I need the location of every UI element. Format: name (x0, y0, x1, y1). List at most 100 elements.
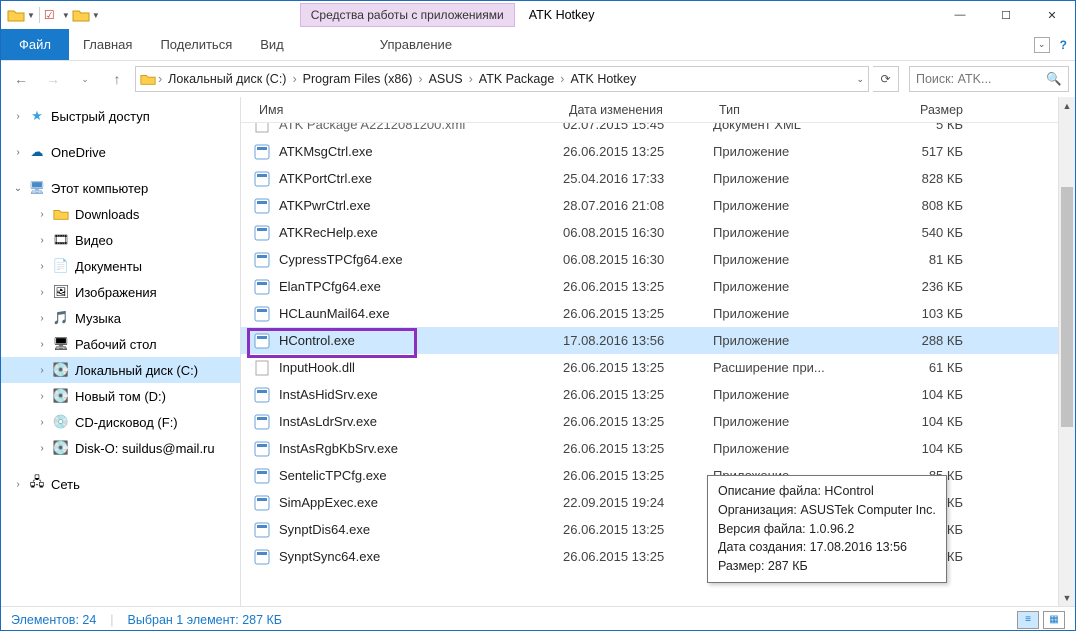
qat-customize-icon[interactable]: ▼ (92, 11, 100, 20)
folder-icon[interactable] (7, 8, 25, 22)
sidebar-item-drive-d[interactable]: ›💽Новый том (D:) (1, 383, 240, 409)
sidebar-item-cd-drive[interactable]: ›💿CD-дисковод (F:) (1, 409, 240, 435)
file-row[interactable]: InstAsRgbKbSrv.exe26.06.2015 13:25Прилож… (241, 435, 1075, 462)
file-date: 26.06.2015 13:25 (563, 306, 713, 321)
file-row[interactable]: InputHook.dll26.06.2015 13:25Расширение … (241, 354, 1075, 381)
thumbnails-view-button[interactable]: ▦ (1043, 611, 1065, 629)
file-row[interactable]: ATK Package A2212081200.xml02.07.2015 15… (241, 123, 1075, 138)
tab-home[interactable]: Главная (69, 29, 146, 60)
chevron-right-icon[interactable]: › (37, 313, 47, 324)
breadcrumb-segment[interactable]: ATK Hotkey (566, 72, 640, 86)
tab-view[interactable]: Вид (246, 29, 298, 60)
file-row[interactable]: CypressTPCfg64.exe06.08.2015 16:30Прилож… (241, 246, 1075, 273)
file-row[interactable]: ATKRecHelp.exe06.08.2015 16:30Приложение… (241, 219, 1075, 246)
column-date[interactable]: Дата изменения (563, 103, 713, 117)
sidebar-item-music[interactable]: ›🎵Музыка (1, 305, 240, 331)
help-icon[interactable]: ? (1060, 38, 1067, 52)
minimize-button[interactable]: — (937, 1, 983, 29)
file-row[interactable]: SynptDis64.exe26.06.2015 13:25Приложение… (241, 516, 1075, 543)
breadcrumb-segment[interactable]: ATK Package (475, 72, 559, 86)
file-menu[interactable]: Файл (1, 29, 69, 60)
file-row[interactable]: SynptSync64.exe26.06.2015 13:25Приложени… (241, 543, 1075, 570)
chevron-right-icon[interactable]: › (37, 235, 47, 246)
recent-dropdown[interactable]: ⌄ (71, 65, 99, 93)
chevron-right-icon[interactable]: › (37, 417, 47, 428)
music-folder-icon: 🎵 (53, 310, 69, 326)
file-row[interactable]: ATKPortCtrl.exe25.04.2016 17:33Приложени… (241, 165, 1075, 192)
vertical-scrollbar[interactable]: ▲ ▼ (1058, 97, 1075, 606)
sidebar-item-drive-c[interactable]: ›💽Локальный диск (C:) (1, 357, 240, 383)
dropdown-icon[interactable]: ▼ (62, 11, 70, 20)
sidebar-item-documents[interactable]: ›📄Документы (1, 253, 240, 279)
chevron-right-icon[interactable]: › (13, 479, 23, 490)
new-folder-icon[interactable] (72, 8, 90, 22)
sidebar-item-label: Локальный диск (C:) (75, 363, 198, 378)
close-button[interactable]: ✕ (1029, 1, 1075, 29)
chevron-right-icon[interactable]: › (37, 339, 47, 350)
file-row[interactable]: ATKPwrCtrl.exe28.07.2016 21:08Приложение… (241, 192, 1075, 219)
file-date: 26.06.2015 13:25 (563, 360, 713, 375)
scroll-up-icon[interactable]: ▲ (1059, 97, 1075, 114)
address-bar[interactable]: › Локальный диск (C:) › Program Files (x… (135, 66, 869, 92)
sidebar-item-network-drive[interactable]: ›💽Disk-O: suildus@mail.ru (1, 435, 240, 461)
chevron-right-icon[interactable]: › (37, 365, 47, 376)
properties-icon[interactable]: ☑ (44, 8, 60, 22)
chevron-right-icon[interactable]: › (558, 72, 566, 86)
breadcrumb-segment[interactable]: Локальный диск (C:) (164, 72, 290, 86)
column-name[interactable]: Имя (253, 103, 563, 117)
file-row[interactable]: HControl.exe17.08.2016 13:56Приложение28… (241, 327, 1075, 354)
sidebar-onedrive[interactable]: › ☁ OneDrive (1, 139, 240, 165)
forward-button[interactable]: → (39, 65, 67, 93)
sidebar-item-videos[interactable]: ›🎞Видео (1, 227, 240, 253)
file-row[interactable]: ATKMsgCtrl.exe26.06.2015 13:25Приложение… (241, 138, 1075, 165)
chevron-right-icon[interactable]: › (13, 147, 23, 158)
scrollbar-thumb[interactable] (1061, 187, 1073, 427)
column-size[interactable]: Размер (873, 103, 963, 117)
file-icon (253, 224, 271, 242)
chevron-right-icon[interactable]: › (290, 72, 298, 86)
status-selection: Выбран 1 элемент: 287 КБ (128, 613, 282, 627)
file-row[interactable]: HCLaunMail64.exe26.06.2015 13:25Приложен… (241, 300, 1075, 327)
sidebar-this-pc[interactable]: ⌄ 🖥 Этот компьютер (1, 175, 240, 201)
column-type[interactable]: Тип (713, 103, 873, 117)
file-row[interactable]: SentelicTPCfg.exe26.06.2015 13:25Приложе… (241, 462, 1075, 489)
tab-share[interactable]: Поделиться (146, 29, 246, 60)
scroll-down-icon[interactable]: ▼ (1059, 589, 1075, 606)
back-button[interactable]: ← (7, 65, 35, 93)
up-button[interactable]: ↑ (103, 65, 131, 93)
file-row[interactable]: InstAsHidSrv.exe26.06.2015 13:25Приложен… (241, 381, 1075, 408)
ribbon-expand-icon[interactable]: ⌄ (1034, 37, 1050, 53)
chevron-right-icon[interactable]: › (37, 261, 47, 272)
details-view-button[interactable]: ≡ (1017, 611, 1039, 629)
file-list[interactable]: ATK Package A2212081200.xml02.07.2015 15… (241, 123, 1075, 606)
search-input[interactable]: Поиск: ATK... 🔍 (909, 66, 1069, 92)
navigation-pane: › ★ Быстрый доступ › ☁ OneDrive ⌄ 🖥 Этот… (1, 97, 241, 606)
sidebar-item-downloads[interactable]: ›Downloads (1, 201, 240, 227)
chevron-right-icon[interactable]: › (416, 72, 424, 86)
sidebar-quick-access[interactable]: › ★ Быстрый доступ (1, 103, 240, 129)
breadcrumb-segment[interactable]: ASUS (425, 72, 467, 86)
file-row[interactable]: ElanTPCfg64.exe26.06.2015 13:25Приложени… (241, 273, 1075, 300)
chevron-right-icon[interactable]: › (37, 287, 47, 298)
address-dropdown-icon[interactable]: ⌄ (856, 74, 864, 85)
file-date: 26.06.2015 13:25 (563, 279, 713, 294)
refresh-button[interactable]: ⟳ (873, 66, 899, 92)
sidebar-item-pictures[interactable]: ›🖼Изображения (1, 279, 240, 305)
file-row[interactable]: SimAppExec.exe22.09.2015 19:24Приложение… (241, 489, 1075, 516)
file-row[interactable]: InstAsLdrSrv.exe26.06.2015 13:25Приложен… (241, 408, 1075, 435)
star-icon: ★ (29, 108, 45, 124)
chevron-right-icon[interactable]: › (37, 209, 47, 220)
chevron-right-icon[interactable]: › (467, 72, 475, 86)
sidebar-network[interactable]: › 🖧 Сеть (1, 471, 240, 497)
chevron-right-icon[interactable]: › (37, 443, 47, 454)
tab-manage[interactable]: Управление (366, 29, 466, 60)
chevron-right-icon[interactable]: › (156, 72, 164, 86)
chevron-right-icon[interactable]: › (37, 391, 47, 402)
maximize-button[interactable]: ☐ (983, 1, 1029, 29)
sidebar-item-desktop[interactable]: ›🖥Рабочий стол (1, 331, 240, 357)
chevron-right-icon[interactable]: › (13, 111, 23, 122)
search-icon[interactable]: 🔍 (1046, 72, 1062, 87)
dropdown-icon[interactable]: ▼ (27, 11, 35, 20)
breadcrumb-segment[interactable]: Program Files (x86) (299, 72, 417, 86)
chevron-down-icon[interactable]: ⌄ (13, 183, 23, 194)
